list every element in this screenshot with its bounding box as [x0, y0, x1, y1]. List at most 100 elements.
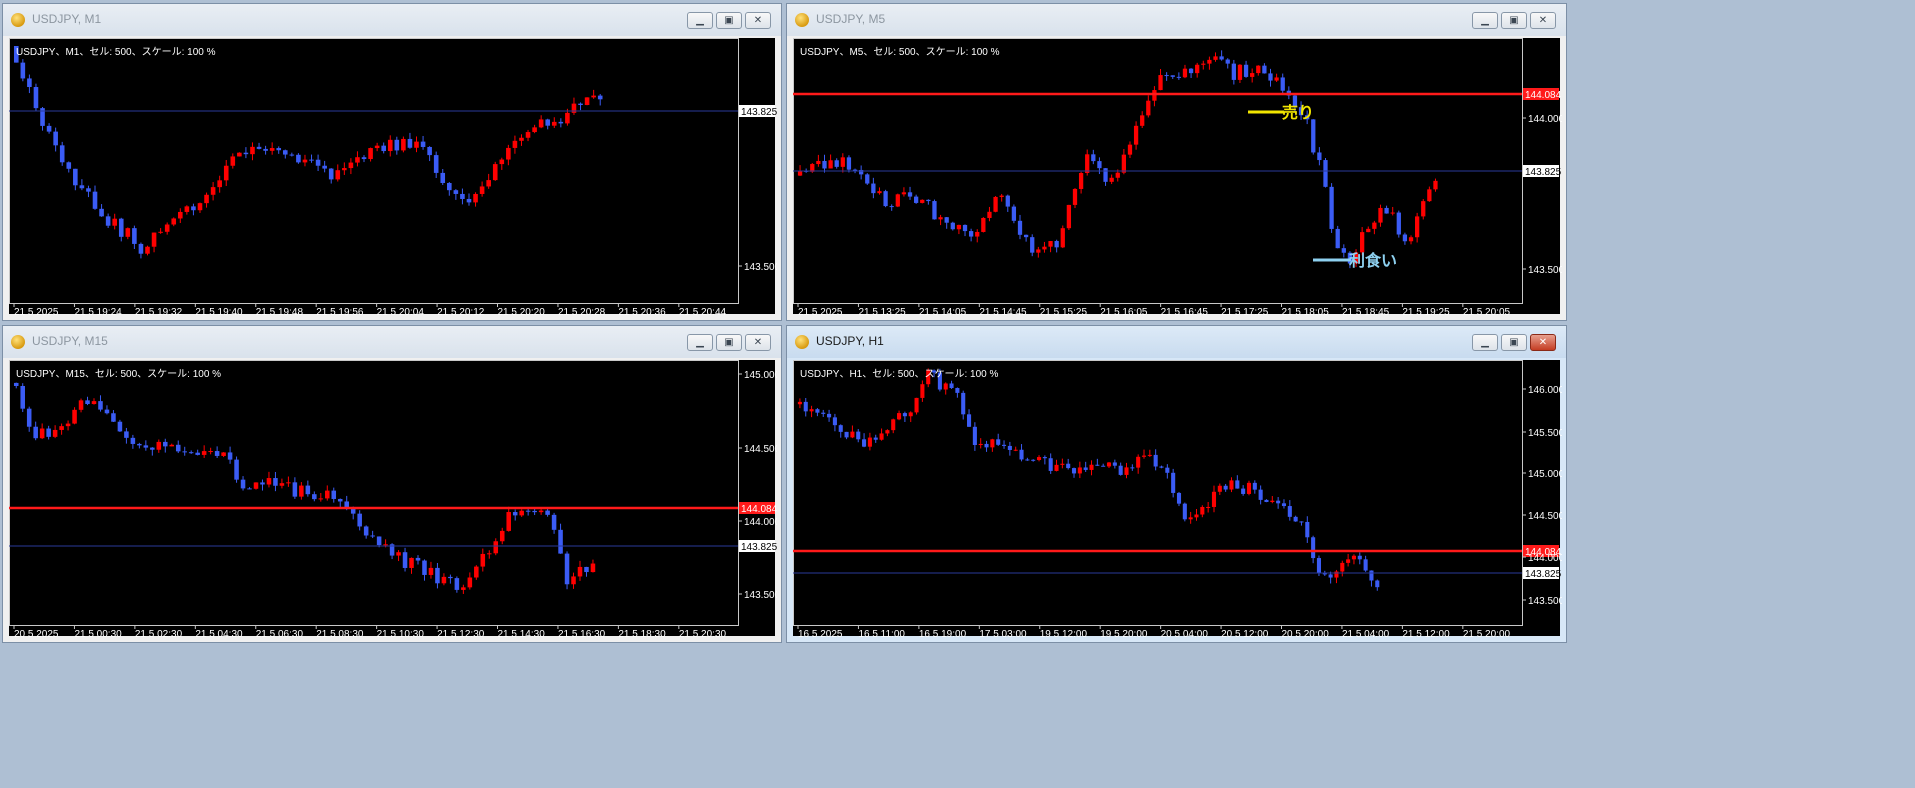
- candle-body: [66, 162, 72, 169]
- candle-body: [1357, 555, 1362, 560]
- candle-body: [832, 417, 837, 426]
- maximize-button[interactable]: ▣: [1501, 12, 1527, 29]
- minimize-button[interactable]: ▁: [687, 334, 713, 351]
- candle-body: [315, 159, 321, 166]
- candle-body: [237, 152, 242, 157]
- chart-window-m5[interactable]: USDJPY, M5 ▁ ▣ ✕ 144.084 144.000 143.825 14…: [786, 3, 1567, 321]
- time-label: 21 5 16:05: [1100, 307, 1148, 316]
- window-titlebar[interactable]: USDJPY, M15 ▁ ▣ ✕: [3, 326, 781, 358]
- window-title: USDJPY, M5: [816, 12, 886, 26]
- time-label: 21 5 19:24: [74, 307, 122, 316]
- candle-body: [838, 425, 843, 432]
- candle-body: [309, 159, 314, 161]
- candle-body: [828, 160, 833, 169]
- window-titlebar[interactable]: USDJPY, M5 ▁ ▣ ✕: [787, 4, 1566, 36]
- candle-body: [487, 553, 492, 555]
- candle-body: [1346, 559, 1351, 563]
- price-label: 144.000: [744, 517, 777, 528]
- candle-body: [1421, 201, 1426, 217]
- chart-area[interactable]: 145.000 144.500 144.084 144.000 143.825 143.5…: [9, 360, 777, 638]
- candle-body: [1384, 207, 1389, 214]
- close-button[interactable]: ✕: [745, 334, 771, 351]
- candle-body: [266, 478, 272, 485]
- candle-body: [46, 428, 51, 437]
- candle-body: [1077, 467, 1082, 474]
- candle-body: [1078, 172, 1084, 189]
- candle-body: [85, 400, 90, 405]
- candle-body: [1072, 188, 1078, 205]
- minimize-button[interactable]: ▁: [687, 12, 713, 29]
- time-label: 21 5 20:28: [558, 307, 606, 316]
- candle-body: [1329, 186, 1334, 229]
- close-button[interactable]: ✕: [745, 12, 771, 29]
- time-label: 20 5 04:00: [1161, 629, 1209, 638]
- time-label: 21 5 20:00: [1463, 629, 1511, 638]
- candle-body: [197, 203, 203, 211]
- candle-body: [138, 243, 144, 254]
- maximize-button[interactable]: ▣: [716, 12, 742, 29]
- candle-body: [184, 206, 190, 212]
- candle-body: [65, 423, 71, 427]
- chart-window-m1[interactable]: USDJPY, M1 ▁ ▣ ✕ 143.825 143.500 21 5 2025…: [2, 3, 782, 321]
- candle-body: [1264, 499, 1269, 503]
- price-label: 143.825: [741, 107, 777, 118]
- chart-area[interactable]: 144.084 144.000 143.825 143.500 21 5 2025 21 …: [793, 38, 1562, 316]
- candle-body: [1182, 503, 1187, 520]
- candle-body: [479, 186, 485, 194]
- price-label: 144.084: [1525, 90, 1562, 101]
- candles-svg[interactable]: 145.000 144.500 144.084 144.000 143.825 143.5…: [9, 360, 777, 638]
- minimize-button[interactable]: ▁: [1472, 12, 1498, 29]
- candle-body: [1048, 241, 1053, 247]
- candle-body: [902, 413, 907, 417]
- close-button[interactable]: ✕: [1530, 334, 1556, 351]
- candle-body: [844, 431, 849, 438]
- candle-body: [908, 412, 913, 417]
- candles-svg[interactable]: 143.825 143.500 21 5 2025 21 5 19:24 21 5 19…: [9, 38, 777, 316]
- candle-body: [342, 168, 347, 171]
- candle-body: [1219, 56, 1224, 60]
- window-titlebar[interactable]: USDJPY, H1 ▁ ▣ ✕: [787, 326, 1566, 358]
- mt-chart-icon: [11, 335, 25, 349]
- candle-body: [558, 529, 563, 554]
- candle-body: [151, 232, 157, 247]
- candle-body: [104, 409, 110, 414]
- candle-body: [305, 485, 311, 495]
- time-label: 20 5 20:00: [1282, 629, 1330, 638]
- candle-body: [1231, 63, 1236, 80]
- candle-body: [883, 191, 888, 207]
- candle-body: [27, 78, 32, 88]
- candle-body: [59, 145, 65, 163]
- time-label: 16 5 11:00: [858, 629, 905, 638]
- chart-window-h1[interactable]: USDJPY, H1 ▁ ▣ ✕ 146.000 145.500 145.000 14…: [786, 325, 1567, 643]
- candles-svg[interactable]: 146.000145.500145.000144.500144.084144.0…: [793, 360, 1562, 638]
- candle-body: [1101, 465, 1106, 467]
- candle-body: [447, 182, 452, 191]
- maximize-button[interactable]: ▣: [1501, 334, 1527, 351]
- close-button[interactable]: ✕: [1530, 12, 1556, 29]
- chart-area[interactable]: 143.825 143.500 21 5 2025 21 5 19:24 21 5 19…: [9, 38, 777, 316]
- candle-body: [296, 154, 301, 163]
- candle-body: [525, 132, 531, 138]
- candle-body: [584, 97, 590, 106]
- candle-body: [1256, 65, 1261, 74]
- candle-body: [1165, 467, 1170, 473]
- time-label: 21 5 04:30: [195, 629, 243, 638]
- candle-body: [158, 231, 163, 233]
- candle-body: [150, 447, 155, 450]
- candle-body: [260, 482, 265, 485]
- candle-body: [368, 148, 373, 160]
- candle-body: [852, 169, 858, 171]
- candle-body: [381, 145, 386, 152]
- candle-body: [263, 148, 268, 151]
- candle-body: [182, 451, 187, 453]
- candle-body: [926, 199, 931, 202]
- candle-body: [938, 217, 943, 220]
- window-titlebar[interactable]: USDJPY, M1 ▁ ▣ ✕: [3, 4, 781, 36]
- candle-body: [188, 452, 194, 454]
- chart-window-m15[interactable]: USDJPY, M15 ▁ ▣ ✕ 145.000 144.500 144.084 1…: [2, 325, 782, 643]
- minimize-button[interactable]: ▁: [1472, 334, 1498, 351]
- chart-area[interactable]: 146.000 145.500 145.000 144.500 144.084 144.0…: [793, 360, 1562, 638]
- candles-svg[interactable]: 144.084 144.000 143.825 143.500 21 5 2025 21 …: [793, 38, 1562, 316]
- candle-body: [1213, 56, 1218, 60]
- maximize-button[interactable]: ▣: [716, 334, 742, 351]
